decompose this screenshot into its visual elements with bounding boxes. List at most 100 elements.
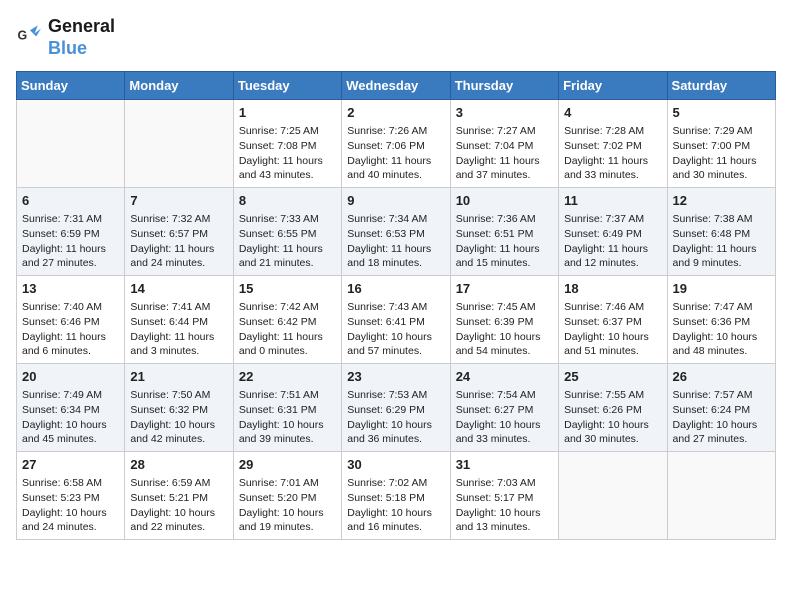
calendar-cell: 18 Sunrise: 7:46 AMSunset: 6:37 PMDayligh… bbox=[559, 276, 667, 364]
calendar-body: 1 Sunrise: 7:25 AMSunset: 7:08 PMDaylight… bbox=[17, 100, 776, 540]
day-info: Sunrise: 7:32 AMSunset: 6:57 PMDaylight:… bbox=[130, 212, 227, 271]
calendar-cell bbox=[17, 100, 125, 188]
day-info: Sunrise: 7:53 AMSunset: 6:29 PMDaylight:… bbox=[347, 388, 444, 447]
calendar-cell: 17 Sunrise: 7:45 AMSunset: 6:39 PMDayligh… bbox=[450, 276, 558, 364]
day-info: Sunrise: 7:01 AMSunset: 5:20 PMDaylight:… bbox=[239, 476, 336, 535]
day-number: 12 bbox=[673, 192, 770, 210]
day-number: 1 bbox=[239, 104, 336, 122]
day-info: Sunrise: 7:41 AMSunset: 6:44 PMDaylight:… bbox=[130, 300, 227, 359]
calendar-cell: 31 Sunrise: 7:03 AMSunset: 5:17 PMDayligh… bbox=[450, 451, 558, 539]
calendar-cell bbox=[125, 100, 233, 188]
week-row-2: 13Sunrise: 7:40 AMSunset: 6:46 PMDayligh… bbox=[17, 276, 776, 364]
day-number: 23 bbox=[347, 368, 444, 386]
weekday-header-saturday: Saturday bbox=[667, 72, 775, 100]
day-number: 10 bbox=[456, 192, 553, 210]
logo: G GeneralBlue bbox=[16, 16, 115, 59]
day-number: 30 bbox=[347, 456, 444, 474]
weekday-header-thursday: Thursday bbox=[450, 72, 558, 100]
calendar-cell: 22Sunrise: 7:51 AMSunset: 6:31 PMDayligh… bbox=[233, 364, 341, 452]
calendar-cell: 30 Sunrise: 7:02 AMSunset: 5:18 PMDayligh… bbox=[342, 451, 450, 539]
day-info: Sunrise: 7:54 AMSunset: 6:27 PMDaylight:… bbox=[456, 388, 553, 447]
day-info: Sunrise: 7:55 AMSunset: 6:26 PMDaylight:… bbox=[564, 388, 661, 447]
day-info: Sunrise: 7:26 AMSunset: 7:06 PMDaylight:… bbox=[347, 124, 444, 183]
day-number: 9 bbox=[347, 192, 444, 210]
day-number: 24 bbox=[456, 368, 553, 386]
day-number: 29 bbox=[239, 456, 336, 474]
weekday-header-wednesday: Wednesday bbox=[342, 72, 450, 100]
day-info: Sunrise: 7:31 AMSunset: 6:59 PMDaylight:… bbox=[22, 212, 119, 271]
calendar-cell: 21 Sunrise: 7:50 AMSunset: 6:32 PMDayligh… bbox=[125, 364, 233, 452]
logo-text: GeneralBlue bbox=[48, 16, 115, 59]
calendar-cell: 27Sunrise: 6:58 AMSunset: 5:23 PMDayligh… bbox=[17, 451, 125, 539]
calendar-cell: 11Sunrise: 7:37 AMSunset: 6:49 PMDayligh… bbox=[559, 188, 667, 276]
day-info: Sunrise: 7:25 AMSunset: 7:08 PMDaylight:… bbox=[239, 124, 336, 183]
calendar-table: SundayMondayTuesdayWednesdayThursdayFrid… bbox=[16, 71, 776, 540]
calendar-cell: 20 Sunrise: 7:49 AMSunset: 6:34 PMDayligh… bbox=[17, 364, 125, 452]
day-number: 19 bbox=[673, 280, 770, 298]
week-row-0: 1 Sunrise: 7:25 AMSunset: 7:08 PMDaylight… bbox=[17, 100, 776, 188]
day-info: Sunrise: 7:34 AMSunset: 6:53 PMDaylight:… bbox=[347, 212, 444, 271]
day-info: Sunrise: 7:02 AMSunset: 5:18 PMDaylight:… bbox=[347, 476, 444, 535]
calendar-cell: 10 Sunrise: 7:36 AMSunset: 6:51 PMDayligh… bbox=[450, 188, 558, 276]
day-info: Sunrise: 7:42 AMSunset: 6:42 PMDaylight:… bbox=[239, 300, 336, 359]
day-number: 21 bbox=[130, 368, 227, 386]
calendar-cell bbox=[559, 451, 667, 539]
day-number: 14 bbox=[130, 280, 227, 298]
calendar-cell: 1 Sunrise: 7:25 AMSunset: 7:08 PMDaylight… bbox=[233, 100, 341, 188]
weekday-header-sunday: Sunday bbox=[17, 72, 125, 100]
day-number: 25 bbox=[564, 368, 661, 386]
day-info: Sunrise: 7:03 AMSunset: 5:17 PMDaylight:… bbox=[456, 476, 553, 535]
day-number: 31 bbox=[456, 456, 553, 474]
calendar-cell: 7 Sunrise: 7:32 AMSunset: 6:57 PMDaylight… bbox=[125, 188, 233, 276]
weekday-header-friday: Friday bbox=[559, 72, 667, 100]
day-info: Sunrise: 7:43 AMSunset: 6:41 PMDaylight:… bbox=[347, 300, 444, 359]
day-number: 26 bbox=[673, 368, 770, 386]
day-number: 17 bbox=[456, 280, 553, 298]
day-info: Sunrise: 7:49 AMSunset: 6:34 PMDaylight:… bbox=[22, 388, 119, 447]
day-info: Sunrise: 7:45 AMSunset: 6:39 PMDaylight:… bbox=[456, 300, 553, 359]
week-row-1: 6 Sunrise: 7:31 AMSunset: 6:59 PMDaylight… bbox=[17, 188, 776, 276]
calendar-cell: 9 Sunrise: 7:34 AMSunset: 6:53 PMDaylight… bbox=[342, 188, 450, 276]
calendar-cell: 12 Sunrise: 7:38 AMSunset: 6:48 PMDayligh… bbox=[667, 188, 775, 276]
day-number: 3 bbox=[456, 104, 553, 122]
logo-icon: G bbox=[16, 24, 44, 52]
day-number: 7 bbox=[130, 192, 227, 210]
day-number: 18 bbox=[564, 280, 661, 298]
page-header: G GeneralBlue bbox=[16, 16, 776, 59]
day-info: Sunrise: 6:59 AMSunset: 5:21 PMDaylight:… bbox=[130, 476, 227, 535]
calendar-cell: 3 Sunrise: 7:27 AMSunset: 7:04 PMDaylight… bbox=[450, 100, 558, 188]
calendar-cell bbox=[667, 451, 775, 539]
day-number: 28 bbox=[130, 456, 227, 474]
calendar-cell: 13Sunrise: 7:40 AMSunset: 6:46 PMDayligh… bbox=[17, 276, 125, 364]
calendar-cell: 26Sunrise: 7:57 AMSunset: 6:24 PMDayligh… bbox=[667, 364, 775, 452]
day-number: 16 bbox=[347, 280, 444, 298]
day-info: Sunrise: 7:47 AMSunset: 6:36 PMDaylight:… bbox=[673, 300, 770, 359]
calendar-cell: 6 Sunrise: 7:31 AMSunset: 6:59 PMDaylight… bbox=[17, 188, 125, 276]
calendar-cell: 29 Sunrise: 7:01 AMSunset: 5:20 PMDayligh… bbox=[233, 451, 341, 539]
svg-text:G: G bbox=[18, 28, 28, 42]
week-row-4: 27Sunrise: 6:58 AMSunset: 5:23 PMDayligh… bbox=[17, 451, 776, 539]
day-info: Sunrise: 7:50 AMSunset: 6:32 PMDaylight:… bbox=[130, 388, 227, 447]
day-info: Sunrise: 7:46 AMSunset: 6:37 PMDaylight:… bbox=[564, 300, 661, 359]
day-info: Sunrise: 7:27 AMSunset: 7:04 PMDaylight:… bbox=[456, 124, 553, 183]
day-info: Sunrise: 7:51 AMSunset: 6:31 PMDaylight:… bbox=[239, 388, 336, 447]
calendar-cell: 5Sunrise: 7:29 AMSunset: 7:00 PMDaylight… bbox=[667, 100, 775, 188]
weekday-header-monday: Monday bbox=[125, 72, 233, 100]
day-info: Sunrise: 7:38 AMSunset: 6:48 PMDaylight:… bbox=[673, 212, 770, 271]
calendar-cell: 19 Sunrise: 7:47 AMSunset: 6:36 PMDayligh… bbox=[667, 276, 775, 364]
day-number: 5 bbox=[673, 104, 770, 122]
day-info: Sunrise: 7:36 AMSunset: 6:51 PMDaylight:… bbox=[456, 212, 553, 271]
week-row-3: 20 Sunrise: 7:49 AMSunset: 6:34 PMDayligh… bbox=[17, 364, 776, 452]
calendar-cell: 28 Sunrise: 6:59 AMSunset: 5:21 PMDayligh… bbox=[125, 451, 233, 539]
calendar-cell: 25 Sunrise: 7:55 AMSunset: 6:26 PMDayligh… bbox=[559, 364, 667, 452]
calendar-cell: 4Sunrise: 7:28 AMSunset: 7:02 PMDaylight… bbox=[559, 100, 667, 188]
day-info: Sunrise: 7:37 AMSunset: 6:49 PMDaylight:… bbox=[564, 212, 661, 271]
calendar-cell: 16 Sunrise: 7:43 AMSunset: 6:41 PMDayligh… bbox=[342, 276, 450, 364]
calendar-cell: 2Sunrise: 7:26 AMSunset: 7:06 PMDaylight… bbox=[342, 100, 450, 188]
day-number: 20 bbox=[22, 368, 119, 386]
day-number: 13 bbox=[22, 280, 119, 298]
day-number: 15 bbox=[239, 280, 336, 298]
day-number: 6 bbox=[22, 192, 119, 210]
weekday-header-row: SundayMondayTuesdayWednesdayThursdayFrid… bbox=[17, 72, 776, 100]
day-info: Sunrise: 6:58 AMSunset: 5:23 PMDaylight:… bbox=[22, 476, 119, 535]
